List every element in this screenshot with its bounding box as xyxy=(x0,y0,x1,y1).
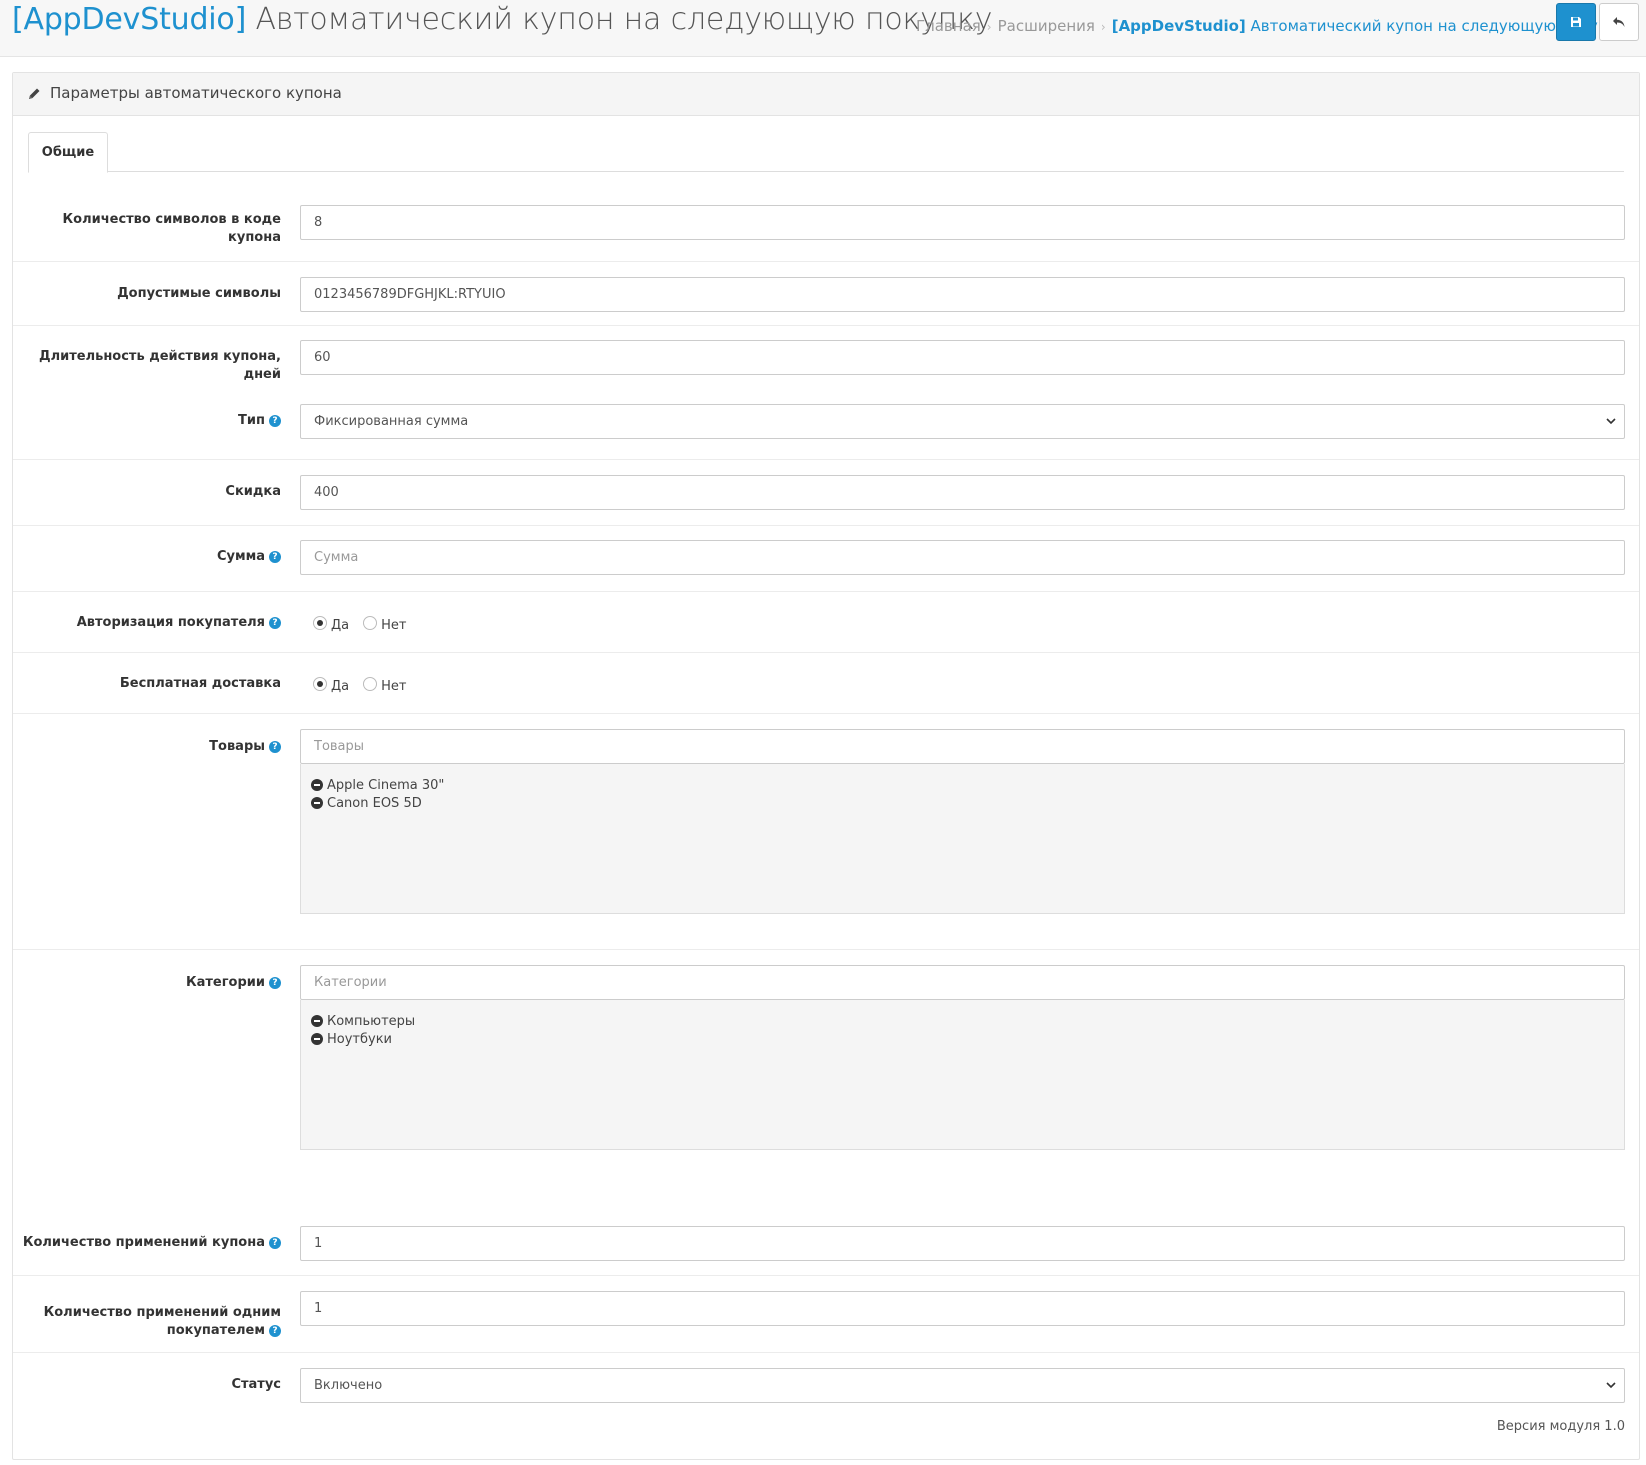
row-code-length: Количество символов в коде купона 8 xyxy=(13,188,1639,261)
status-label: Статус xyxy=(231,1377,281,1392)
breadcrumb-home[interactable]: Главная xyxy=(916,17,981,35)
help-icon[interactable]: ? xyxy=(269,1325,281,1337)
page-title-text: Автоматический купон на следующую покупк… xyxy=(255,2,993,37)
categories-list: Компьютеры Ноутбуки xyxy=(300,1000,1625,1150)
remove-icon[interactable] xyxy=(311,1033,323,1045)
page-title: [AppDevStudio] Автоматический купон на с… xyxy=(12,2,992,37)
reply-icon xyxy=(1613,17,1625,27)
free-shipping-yes-radio[interactable] xyxy=(313,676,327,691)
module-version: Версия модуля 1.0 xyxy=(1496,1419,1625,1434)
help-icon[interactable]: ? xyxy=(269,415,281,427)
back-button[interactable] xyxy=(1599,3,1639,41)
row-total: Сумма? Сумма xyxy=(13,525,1639,591)
row-products: Товары? Товары Apple Cinema 30" Canon EO… xyxy=(13,713,1639,949)
duration-input[interactable]: 60 xyxy=(300,340,1625,375)
status-select[interactable]: Включено xyxy=(300,1368,1625,1403)
breadcrumb-separator: › xyxy=(1100,20,1106,34)
customer-login-yes-radio[interactable] xyxy=(313,615,327,630)
tab-bar: Общие xyxy=(28,132,1624,173)
categories-autocomplete-input[interactable]: Категории xyxy=(300,965,1625,1000)
products-list: Apple Cinema 30" Canon EOS 5D xyxy=(300,764,1625,914)
panel-heading: Параметры автоматического купона xyxy=(13,73,1639,116)
row-spacer xyxy=(13,1185,1639,1187)
duration-label: Длительность действия купона, дней xyxy=(39,349,281,382)
page-title-brand: [AppDevStudio] xyxy=(12,2,247,37)
remove-icon[interactable] xyxy=(311,1015,323,1027)
uses-customer-label: Количество применений одним покупателем? xyxy=(43,1305,281,1338)
free-shipping-radios: Да Нет xyxy=(313,676,420,694)
tab-general[interactable]: Общие xyxy=(28,132,108,173)
type-label: Тип? xyxy=(238,412,281,430)
customer-login-no-radio[interactable] xyxy=(363,615,378,630)
chevron-down-icon xyxy=(1606,1382,1616,1389)
row-status: Статус Включено xyxy=(13,1352,1639,1418)
save-icon xyxy=(1571,17,1581,27)
row-type: Тип? Фиксированная сумма xyxy=(13,395,1639,459)
customer-login-no-label: Нет xyxy=(381,618,407,633)
list-item: Компьютеры xyxy=(311,1012,1614,1030)
remove-icon[interactable] xyxy=(311,797,323,809)
uses-total-label: Количество применений купона? xyxy=(23,1234,281,1252)
row-categories: Категории? Категории Компьютеры Ноутбуки xyxy=(13,949,1639,1185)
row-customer-login: Авторизация покупателя? Да Нет xyxy=(13,591,1639,652)
help-icon[interactable]: ? xyxy=(269,617,281,629)
row-discount: Скидка 400 xyxy=(13,459,1639,525)
discount-label: Скидка xyxy=(225,484,281,499)
allowed-chars-input[interactable]: 0123456789DFGHJKL:RTYUIO xyxy=(300,277,1625,312)
categories-label: Категории? xyxy=(186,974,281,992)
breadcrumb: Главная › Расширения › [AppDevStudio] Автома… xyxy=(916,17,1626,35)
row-uses-total: Количество применений купона? 1 xyxy=(13,1213,1639,1275)
total-label: Сумма? xyxy=(217,548,281,566)
free-shipping-no-label: Нет xyxy=(381,679,407,694)
list-item: Apple Cinema 30" xyxy=(311,776,1614,794)
remove-icon[interactable] xyxy=(311,779,323,791)
uses-total-input[interactable]: 1 xyxy=(300,1226,1625,1261)
customer-login-radios: Да Нет xyxy=(313,615,420,633)
panel-title: Параметры автоматического купона xyxy=(50,84,342,102)
page-header: [AppDevStudio] Автоматический купон на с… xyxy=(0,0,1646,57)
row-duration: Длительность действия купона, дней 60 xyxy=(13,325,1639,395)
breadcrumb-current[interactable]: [AppDevStudio] Автоматический купон на с… xyxy=(1112,17,1626,35)
help-icon[interactable]: ? xyxy=(269,551,281,563)
pencil-icon xyxy=(29,88,40,99)
help-icon[interactable]: ? xyxy=(269,741,281,753)
customer-login-yes-label: Да xyxy=(331,618,350,633)
chevron-down-icon xyxy=(1606,418,1616,425)
discount-input[interactable]: 400 xyxy=(300,475,1625,510)
breadcrumb-separator: › xyxy=(986,20,992,34)
settings-panel: Параметры автоматического купона Общие К… xyxy=(12,72,1640,1460)
breadcrumb-extensions[interactable]: Расширения xyxy=(998,17,1095,35)
list-item: Ноутбуки xyxy=(311,1030,1614,1048)
customer-login-label: Авторизация покупателя? xyxy=(77,614,281,632)
allowed-chars-label: Допустимые символы xyxy=(117,286,281,301)
save-button[interactable] xyxy=(1556,3,1596,41)
code-length-input[interactable]: 8 xyxy=(300,205,1625,240)
products-label: Товары? xyxy=(209,738,281,756)
free-shipping-label: Бесплатная доставка xyxy=(119,676,281,691)
help-icon[interactable]: ? xyxy=(269,1237,281,1249)
code-length-label: Количество символов в коде купона xyxy=(62,212,281,245)
free-shipping-yes-label: Да xyxy=(331,679,350,694)
list-item: Canon EOS 5D xyxy=(311,794,1614,812)
type-select[interactable]: Фиксированная сумма xyxy=(300,404,1625,439)
products-autocomplete-input[interactable]: Товары xyxy=(300,729,1625,764)
row-allowed-chars: Допустимые символы 0123456789DFGHJKL:RTY… xyxy=(13,261,1639,325)
free-shipping-no-radio[interactable] xyxy=(363,676,378,691)
uses-customer-input[interactable]: 1 xyxy=(300,1291,1625,1326)
total-input[interactable]: Сумма xyxy=(300,540,1625,575)
row-uses-customer: Количество применений одним покупателем? … xyxy=(13,1275,1639,1352)
help-icon[interactable]: ? xyxy=(269,977,281,989)
row-free-shipping: Бесплатная доставка Да Нет xyxy=(13,652,1639,713)
